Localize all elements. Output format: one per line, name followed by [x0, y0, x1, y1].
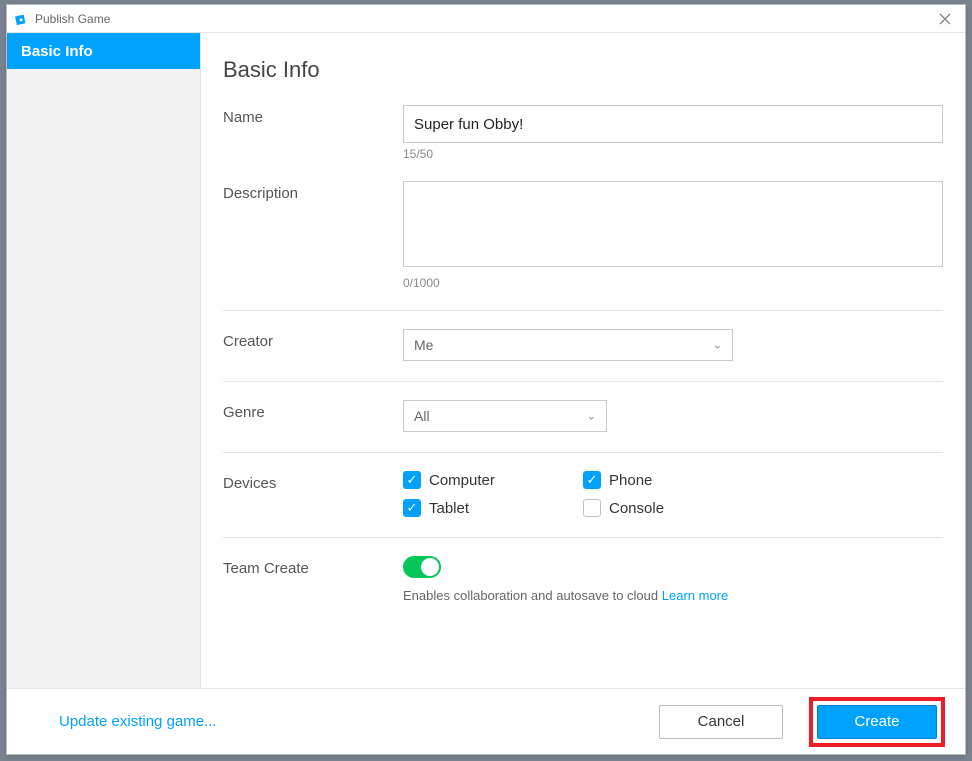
creator-select[interactable]: Me ⌄	[403, 329, 733, 361]
titlebar: Publish Game	[7, 5, 965, 33]
creator-label: Creator	[223, 329, 403, 361]
publish-game-dialog: Publish Game Basic Info Basic Info Name …	[6, 4, 966, 755]
name-counter: 15/50	[403, 147, 943, 161]
sidebar-item-label: Basic Info	[21, 43, 93, 60]
sidebar: Basic Info	[7, 33, 201, 688]
name-input[interactable]	[403, 105, 943, 143]
creator-value: Me	[414, 337, 433, 353]
window-title: Publish Game	[35, 12, 110, 26]
checkbox-icon: ✓	[583, 471, 601, 489]
genre-select[interactable]: All ⌄	[403, 400, 607, 432]
device-label: Console	[609, 500, 664, 517]
devices-label: Devices	[223, 471, 403, 517]
learn-more-link[interactable]: Learn more	[662, 588, 728, 603]
device-tablet-checkbox[interactable]: ✓ Tablet	[403, 499, 583, 517]
checkbox-icon: ✓	[403, 471, 421, 489]
create-button-highlight: Create	[809, 697, 945, 747]
update-existing-link[interactable]: Update existing game...	[59, 713, 217, 730]
cancel-button[interactable]: Cancel	[659, 705, 783, 739]
close-button[interactable]	[933, 7, 957, 31]
device-console-checkbox[interactable]: Console	[583, 499, 763, 517]
device-computer-checkbox[interactable]: ✓ Computer	[403, 471, 583, 489]
footer: Update existing game... Cancel Create	[7, 688, 965, 754]
team-create-toggle[interactable]	[403, 556, 441, 578]
device-phone-checkbox[interactable]: ✓ Phone	[583, 471, 763, 489]
description-input[interactable]	[403, 181, 943, 267]
roblox-studio-icon	[15, 12, 29, 26]
sidebar-item-basic-info[interactable]: Basic Info	[7, 33, 200, 69]
name-label: Name	[223, 105, 403, 161]
team-create-hint: Enables collaboration and autosave to cl…	[403, 588, 943, 603]
device-label: Computer	[429, 472, 495, 489]
device-label: Phone	[609, 472, 652, 489]
dialog-content: Basic Info Basic Info Name 15/50 Descrip…	[7, 33, 965, 688]
page-heading: Basic Info	[223, 57, 943, 83]
checkbox-icon	[583, 499, 601, 517]
chevron-down-icon: ⌄	[713, 339, 722, 352]
team-create-label: Team Create	[223, 556, 403, 603]
checkbox-icon: ✓	[403, 499, 421, 517]
main-panel: Basic Info Name 15/50 Description 0/1000…	[201, 33, 965, 688]
genre-value: All	[414, 408, 430, 424]
device-label: Tablet	[429, 500, 469, 517]
create-button[interactable]: Create	[817, 705, 937, 739]
description-counter: 0/1000	[403, 276, 943, 290]
toggle-knob	[421, 558, 439, 576]
close-icon	[939, 13, 951, 25]
chevron-down-icon: ⌄	[587, 410, 596, 423]
description-label: Description	[223, 181, 403, 290]
genre-label: Genre	[223, 400, 403, 432]
